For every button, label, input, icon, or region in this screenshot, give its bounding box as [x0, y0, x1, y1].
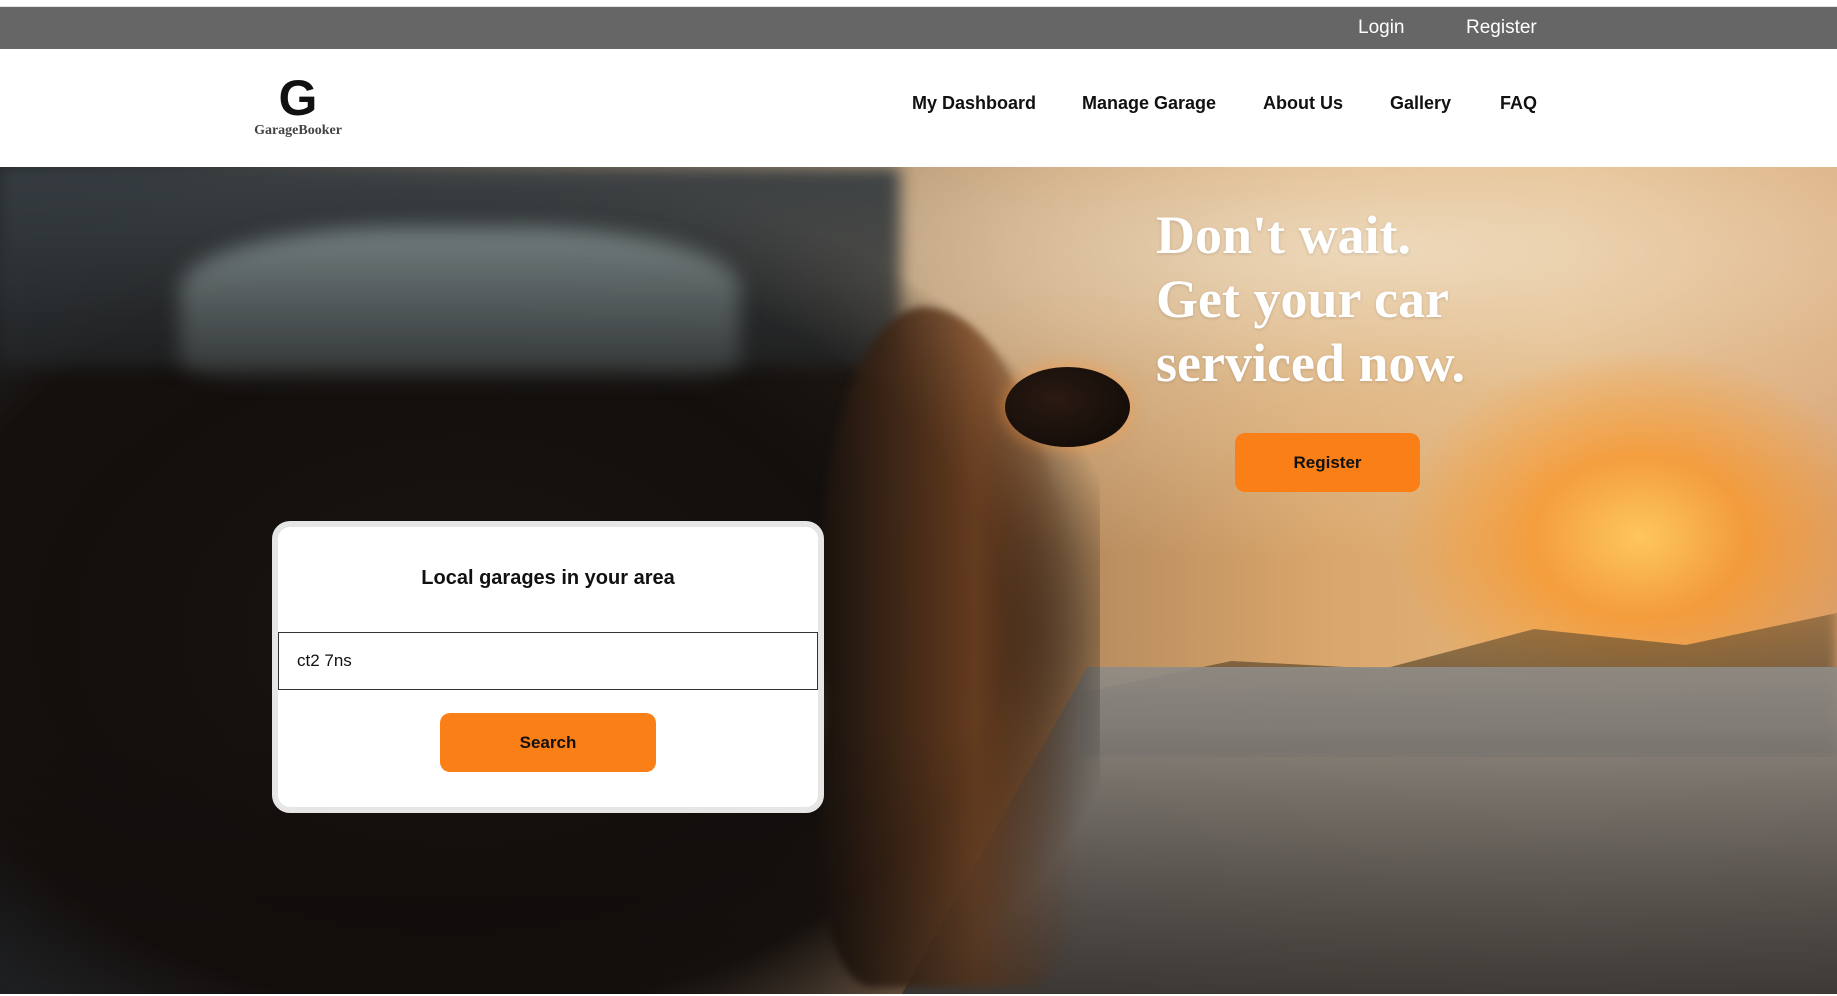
search-button[interactable]: Search — [440, 713, 656, 772]
logo-mark: G — [278, 70, 318, 126]
hero-car-windshield — [180, 227, 740, 377]
hero-headline-line-1: Don't wait. — [1156, 205, 1411, 265]
postcode-search-input[interactable] — [278, 632, 818, 690]
hero-headline-line-3: serviced now. — [1156, 333, 1465, 393]
search-card-title: Local garages in your area — [421, 567, 675, 589]
hero-headline-line-2: Get your car — [1156, 269, 1449, 329]
utility-bar: Login Register — [0, 7, 1837, 49]
hero-section: Don't wait. Get your car serviced now. R… — [0, 167, 1837, 995]
register-link[interactable]: Register — [1466, 7, 1537, 49]
login-link[interactable]: Login — [1358, 7, 1405, 49]
hero-headline: Don't wait. Get your car serviced now. — [1156, 203, 1616, 395]
logo-name: GarageBooker — [254, 123, 342, 138]
hero-car-mirror — [1005, 367, 1130, 447]
logo[interactable]: G GarageBooker — [248, 73, 348, 139]
nav-about-us[interactable]: About Us — [1263, 93, 1343, 114]
site-header: G GarageBooker My Dashboard Manage Garag… — [0, 49, 1837, 167]
nav-faq[interactable]: FAQ — [1500, 93, 1537, 114]
garage-search-card: Local garages in your area Search — [272, 521, 824, 813]
nav-gallery[interactable]: Gallery — [1390, 93, 1451, 114]
nav-manage-garage[interactable]: Manage Garage — [1082, 93, 1216, 114]
window-top-edge — [0, 0, 1837, 7]
hero-register-button[interactable]: Register — [1235, 433, 1420, 492]
nav-my-dashboard[interactable]: My Dashboard — [912, 93, 1036, 114]
page: Login Register G GarageBooker My Dashboa… — [0, 0, 1837, 996]
